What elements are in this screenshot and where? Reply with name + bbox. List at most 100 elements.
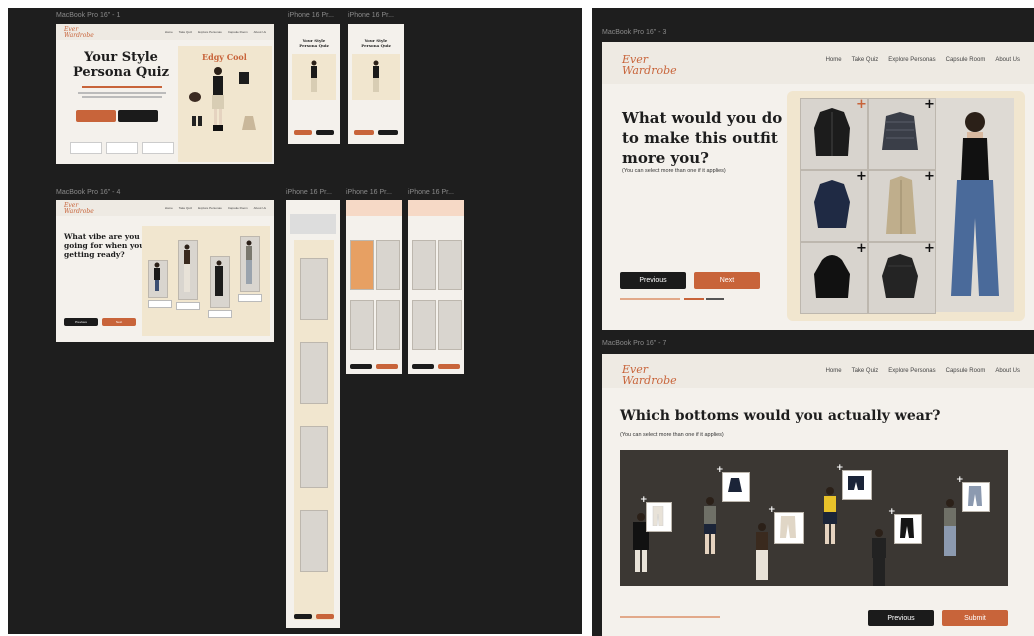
add-icon[interactable]: +: [924, 242, 935, 255]
start-quiz-button[interactable]: [294, 130, 312, 135]
frame-label: MacBook Pro 16" - 7: [602, 340, 667, 347]
model-image: [215, 260, 223, 296]
frame-outfit-question[interactable]: Ever Wardrobe Home Take Quiz Explore Person…: [602, 42, 1034, 330]
shorts-image: [848, 476, 864, 490]
frame-label: MacBook Pro 16" - 1: [56, 12, 121, 19]
previous-button[interactable]: [412, 364, 434, 369]
previous-button[interactable]: Previous: [868, 610, 934, 626]
frame-landing[interactable]: Ever Wardrobe Home Take Quiz Explore Person…: [56, 24, 274, 164]
frame-phone-landing-2[interactable]: Your Style Persona Quiz: [348, 24, 404, 144]
next-button[interactable]: [316, 614, 334, 619]
nav-quiz[interactable]: Take Quiz: [852, 368, 879, 374]
nav-home[interactable]: Home: [826, 368, 842, 374]
vibe-option-card[interactable]: [350, 240, 374, 290]
previous-button[interactable]: [350, 364, 372, 369]
progress-bar: [620, 298, 680, 300]
add-icon[interactable]: +: [856, 170, 867, 183]
vibe-option-card[interactable]: [300, 342, 328, 404]
next-button[interactable]: Next: [694, 272, 760, 289]
vibe-option-card[interactable]: [300, 510, 328, 572]
vibe-option-card[interactable]: [300, 426, 328, 488]
add-icon[interactable]: +: [836, 464, 844, 473]
vibe-option-card[interactable]: [376, 240, 400, 290]
vibe-option-card[interactable]: [412, 240, 436, 290]
frame-phone-vibe-grid[interactable]: [346, 200, 402, 374]
previous-button[interactable]: Previous: [620, 272, 686, 289]
nav-home[interactable]: Home: [165, 206, 173, 210]
frame-label: iPhone 16 Pr...: [286, 189, 332, 196]
personas-button[interactable]: [118, 110, 158, 122]
nav-capsule[interactable]: Capsule Room: [228, 206, 248, 210]
frame-phone-landing[interactable]: Your Style Persona Quiz: [288, 24, 340, 144]
black-trousers-image: [900, 518, 914, 538]
start-quiz-button[interactable]: [354, 130, 374, 135]
add-icon[interactable]: +: [768, 506, 776, 515]
nav-home[interactable]: Home: [165, 30, 173, 34]
white-trousers-image: [652, 506, 664, 526]
add-icon[interactable]: +: [924, 170, 935, 183]
nav-about[interactable]: About Us: [254, 30, 266, 34]
nav-personas[interactable]: Explore Personas: [198, 206, 222, 210]
vibe-option-card[interactable]: [438, 240, 462, 290]
nav-quiz[interactable]: Take Quiz: [179, 30, 192, 34]
next-button[interactable]: [376, 364, 398, 369]
nav-personas[interactable]: Explore Personas: [888, 368, 935, 374]
jeans-image: [968, 486, 982, 506]
design-canvas-left: MacBook Pro 16" - 1 Ever Wardrobe Home Tak…: [8, 8, 582, 634]
nav-about[interactable]: About Us: [995, 57, 1020, 63]
next-button[interactable]: Next: [102, 318, 136, 326]
mini-skirt-image: [728, 478, 742, 492]
vibe-option-card[interactable]: [412, 300, 436, 350]
nav-about[interactable]: About Us: [995, 368, 1020, 374]
leather-blazer-image: [814, 108, 850, 156]
next-button[interactable]: [438, 364, 460, 369]
add-icon[interactable]: +: [716, 466, 724, 475]
hint-text: (You can select more than one if it appl…: [622, 168, 726, 174]
model-image: [184, 244, 190, 292]
previous-button[interactable]: Previous: [64, 318, 98, 326]
skirt-icon: [242, 116, 256, 130]
personas-button[interactable]: [316, 130, 334, 135]
leather-jacket-image: [882, 254, 918, 298]
tweed-jacket-image: [882, 112, 918, 150]
frame-bottoms-question[interactable]: Ever Wardrobe Home Take Quiz Explore Person…: [602, 354, 1034, 636]
model-image: [872, 529, 886, 586]
add-icon[interactable]: +: [924, 98, 935, 111]
nav-home[interactable]: Home: [826, 57, 842, 63]
add-icon[interactable]: +: [640, 496, 648, 505]
frame-vibe-question[interactable]: Ever Wardrobe Home Take Quiz Explore Person…: [56, 200, 274, 342]
personas-button[interactable]: [378, 130, 398, 135]
vibe-option-card[interactable]: [438, 300, 462, 350]
frame-label: iPhone 16 Pr...: [346, 189, 392, 196]
frame-phone-vibe[interactable]: [286, 200, 340, 628]
submit-button[interactable]: Submit: [942, 610, 1008, 626]
progress-bar: [620, 616, 720, 618]
frame-phone-vibe-grid-2[interactable]: [408, 200, 464, 374]
vibe-option-card[interactable]: [300, 258, 328, 320]
start-quiz-button[interactable]: [76, 110, 116, 122]
nav-quiz[interactable]: Take Quiz: [179, 206, 192, 210]
nav-capsule[interactable]: Capsule Room: [946, 368, 986, 374]
nav-quiz[interactable]: Take Quiz: [852, 57, 879, 63]
model-image: [154, 262, 160, 291]
nav-personas[interactable]: Explore Personas: [888, 57, 935, 63]
hint-text: (You can select more than one if it appl…: [620, 432, 724, 438]
nav-personas[interactable]: Explore Personas: [198, 30, 222, 34]
add-icon[interactable]: +: [856, 242, 867, 255]
nav-capsule[interactable]: Capsule Room: [946, 57, 986, 63]
add-icon[interactable]: +: [888, 508, 896, 517]
trench-coat-image: [886, 176, 916, 234]
nav-about[interactable]: About Us: [254, 206, 266, 210]
model-image: [704, 497, 716, 554]
question-title: What would you do: [622, 109, 783, 127]
add-icon[interactable]: +: [956, 476, 964, 485]
frame-label: iPhone 16 Pr...: [288, 12, 334, 19]
wide-trousers-image: [780, 516, 796, 538]
previous-button[interactable]: [294, 614, 312, 619]
vibe-option-card[interactable]: [350, 300, 374, 350]
vibe-option-card[interactable]: [376, 300, 400, 350]
page-title: Your Style: [84, 50, 158, 65]
nav-capsule[interactable]: Capsule Room: [228, 30, 248, 34]
frame-label: iPhone 16 Pr...: [348, 12, 394, 19]
add-icon[interactable]: +: [856, 98, 867, 111]
